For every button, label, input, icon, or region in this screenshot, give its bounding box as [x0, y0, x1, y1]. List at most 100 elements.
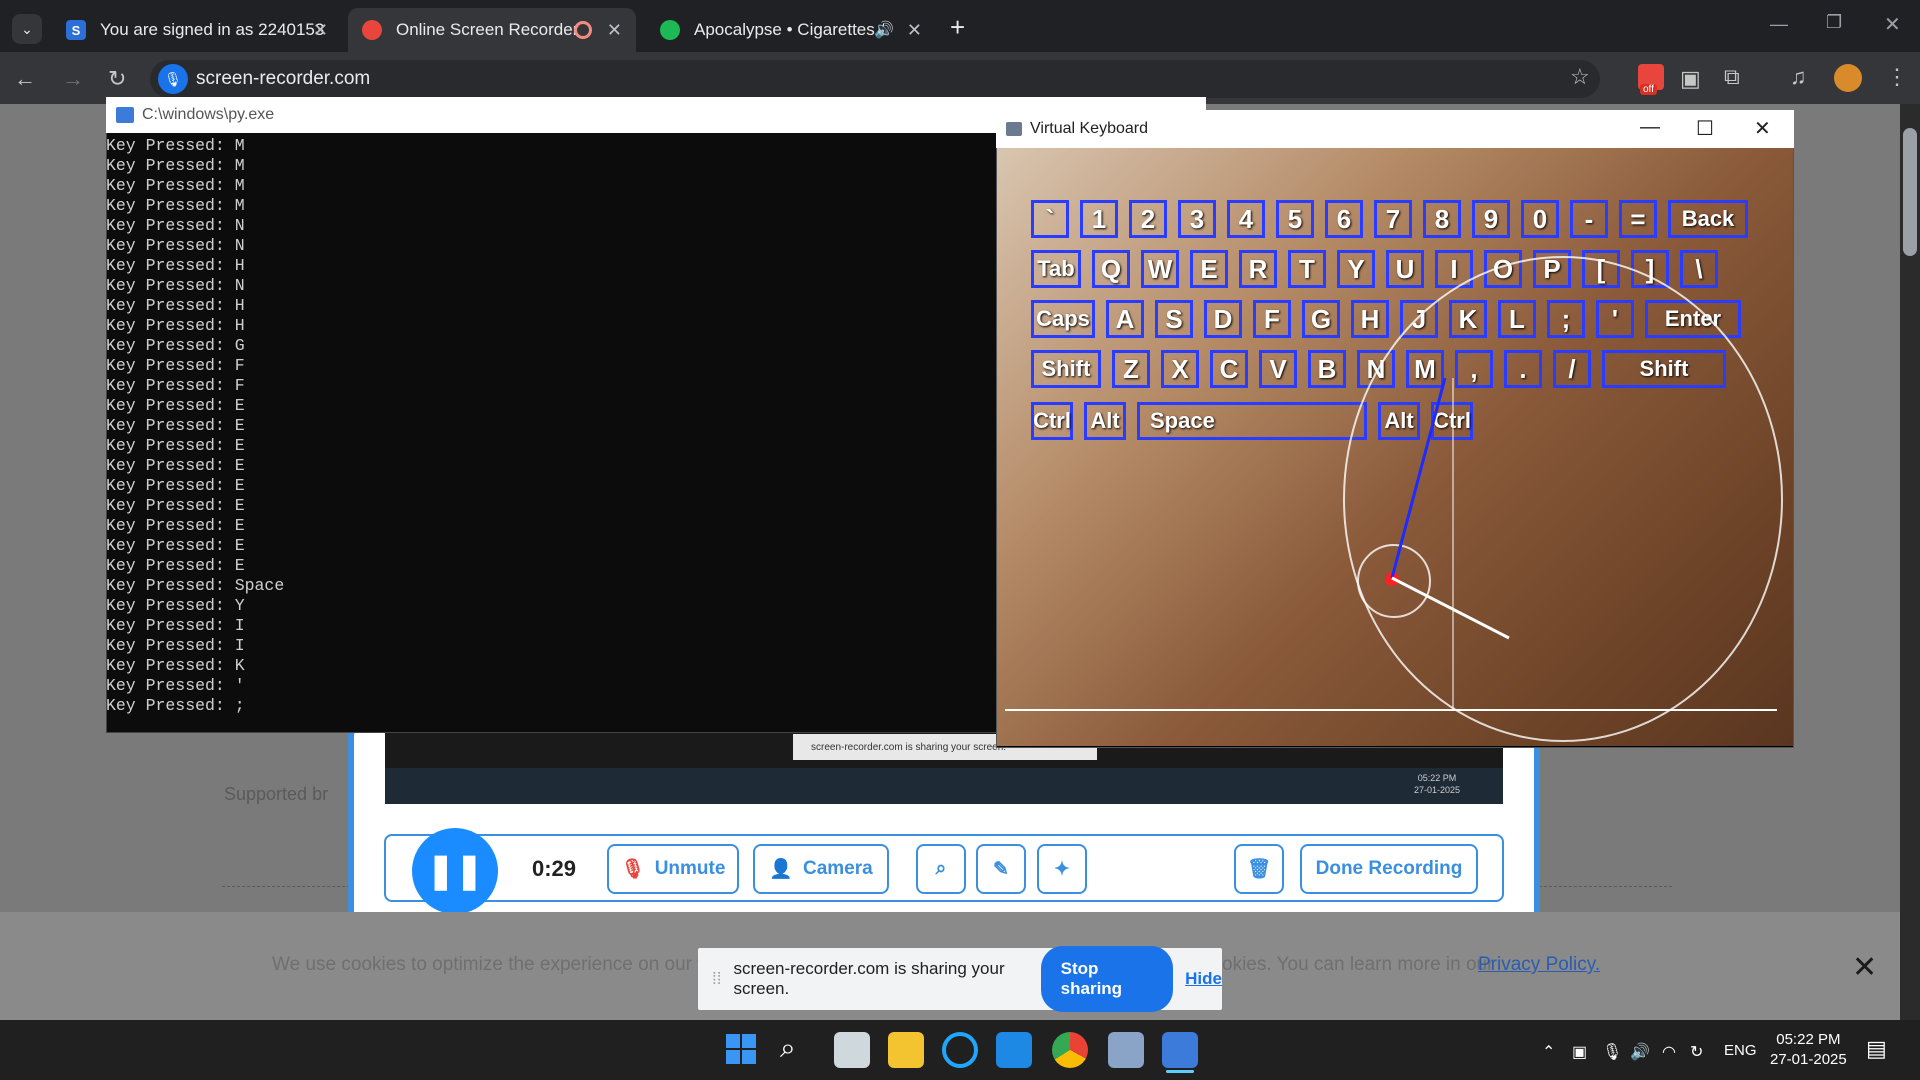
magic-wand-icon: ✦ — [1054, 858, 1070, 880]
notifications-icon[interactable]: ▤ — [1866, 1036, 1887, 1062]
close-icon[interactable]: ✕ — [1754, 116, 1771, 141]
url-text[interactable]: screen-recorder.com — [196, 68, 370, 90]
console-line: Key Pressed: E — [106, 476, 245, 495]
search-icon[interactable]: ⌕ — [780, 1032, 796, 1065]
console-line: Key Pressed: Space — [106, 576, 285, 595]
clock-date: 27-01-2025 — [1770, 1051, 1847, 1068]
menu-icon[interactable]: ⋮ — [1886, 64, 1908, 90]
tab-label: You are signed in as 2240153 — [100, 20, 325, 39]
file-explorer-icon[interactable] — [888, 1032, 924, 1068]
cookie-text-left: We use cookies to optimize the experienc… — [272, 954, 733, 975]
wifi-icon[interactable]: ◠ — [1662, 1042, 1676, 1062]
console-line: Key Pressed: ; — [106, 696, 245, 715]
privacy-policy-link[interactable]: Privacy Policy. — [1478, 954, 1600, 976]
console-line: Key Pressed: M — [106, 156, 245, 175]
chrome-icon[interactable] — [1052, 1032, 1088, 1068]
spotify-icon — [660, 20, 680, 40]
camera-button[interactable]: 👤 Camera — [753, 844, 889, 894]
console-line: Key Pressed: N — [106, 276, 245, 295]
mic-off-icon: 🎙 — [620, 859, 645, 880]
console-line: Key Pressed: F — [106, 356, 245, 375]
taskbar-clock[interactable]: 05:22 PM 27-01-2025 — [1770, 1030, 1847, 1070]
recording-indicator-icon — [574, 21, 592, 39]
sync-icon[interactable]: ↻ — [1690, 1042, 1703, 1062]
reload-icon[interactable]: ↻ — [108, 66, 126, 92]
preview-clock: 05:22 PM 27-01-2025 — [1414, 773, 1461, 795]
close-icon[interactable]: ✕ — [607, 20, 622, 41]
task-view-icon[interactable] — [834, 1032, 870, 1068]
maximize-icon[interactable]: ☐ — [1696, 116, 1714, 141]
new-tab-button[interactable]: + — [950, 12, 965, 43]
close-window-icon[interactable]: ✕ — [1884, 12, 1901, 37]
profile-avatar[interactable] — [1834, 64, 1862, 92]
delete-button[interactable]: 🗑 — [1234, 844, 1284, 894]
console-line: Key Pressed: E — [106, 556, 245, 575]
camera-off-icon: 👤 — [769, 859, 793, 880]
done-recording-button[interactable]: Done Recording — [1300, 844, 1478, 894]
back-icon[interactable]: ← — [14, 66, 36, 92]
forward-icon[interactable]: → — [62, 66, 84, 92]
pen-icon: ✎ — [993, 858, 1009, 880]
cortana-icon[interactable] — [942, 1032, 978, 1068]
virtual-keyboard-title-bar[interactable]: Virtual Keyboard — [996, 110, 1794, 148]
show-hidden-icons-icon[interactable]: ⌃ — [1542, 1042, 1555, 1062]
close-icon[interactable]: ✕ — [907, 20, 922, 41]
pause-button[interactable]: ❚❚ — [412, 828, 498, 914]
console-line: Key Pressed: M — [106, 176, 245, 195]
clock-time: 05:22 PM — [1776, 1031, 1841, 1048]
scrollbar-thumb[interactable] — [1903, 128, 1917, 256]
console-line: Key Pressed: E — [106, 436, 245, 455]
close-icon[interactable]: ✕ — [313, 20, 328, 41]
microphone-icon[interactable]: 🎙 — [1602, 1042, 1622, 1062]
restore-icon[interactable]: ❐ — [1826, 12, 1842, 33]
cookie-text-right: okies. You can learn more in our — [1222, 954, 1494, 975]
cast-icon[interactable]: ▣ — [1680, 66, 1701, 92]
tab-label: Apocalypse • Cigarettes Aft — [694, 20, 884, 39]
extensions-puzzle-icon[interactable]: ⧉ — [1724, 64, 1740, 90]
tab-screen-recorder[interactable]: Online Screen Recorder ✕ — [348, 8, 636, 52]
s-logo-icon: S — [66, 20, 86, 40]
app-icon[interactable] — [1108, 1032, 1144, 1068]
camera-label: Camera — [802, 858, 873, 879]
security-shield-icon[interactable] — [996, 1032, 1032, 1068]
search-icon: ⌕ — [935, 858, 947, 879]
hide-link[interactable]: Hide — [1185, 969, 1222, 989]
microphone-icon[interactable]: 🎙 — [158, 64, 188, 94]
extension-off-badge: off — [1640, 84, 1657, 95]
drag-handle-icon[interactable]: ⁞⁞ — [712, 969, 721, 989]
minimize-icon[interactable]: — — [1770, 14, 1788, 35]
bookmark-star-icon[interactable]: ☆ — [1570, 64, 1590, 90]
camera-feed: ` 1 2 3 4 5 6 7 8 9 0- = Back Tab Q W E R T Y U I O P[] \ Caps A S D… — [997, 148, 1793, 746]
share-message: screen-recorder.com is sharing your scre… — [733, 959, 1005, 998]
tab-search-icon[interactable]: ⌄ — [12, 14, 42, 44]
window-app-icon — [1006, 122, 1022, 136]
zoom-button[interactable]: ⌕ — [916, 844, 966, 894]
network-device-icon[interactable]: ▣ — [1572, 1042, 1587, 1062]
volume-icon[interactable]: 🔊 — [1630, 1042, 1650, 1062]
unmute-label: Unmute — [654, 858, 726, 879]
minimize-icon[interactable]: — — [1640, 116, 1660, 139]
draw-button[interactable]: ✎ — [976, 844, 1026, 894]
console-line: Key Pressed: Y — [106, 596, 245, 615]
python-icon[interactable] — [1162, 1032, 1198, 1068]
console-line: Key Pressed: F — [106, 376, 245, 395]
tab-spotify[interactable]: Apocalypse • Cigarettes Aft 🔊 ✕ — [646, 8, 936, 52]
unmute-button[interactable]: 🎙 Unmute — [607, 844, 739, 894]
console-line: Key Pressed: E — [106, 536, 245, 555]
close-cookie-icon[interactable]: ✕ — [1852, 950, 1877, 985]
console-line: Key Pressed: H — [106, 256, 245, 275]
console-line: Key Pressed: M — [106, 196, 245, 215]
media-control-icon[interactable]: ♫ — [1790, 64, 1807, 90]
speaker-icon[interactable]: 🔊 — [874, 20, 894, 40]
start-windows-icon[interactable] — [726, 1034, 756, 1064]
active-app-indicator — [1166, 1070, 1194, 1073]
console-line: Key Pressed: E — [106, 496, 245, 515]
screen-share-bar: ⁞⁞ screen-recorder.com is sharing your s… — [698, 946, 1222, 1012]
stop-sharing-button[interactable]: Stop sharing — [1040, 946, 1174, 1012]
window-title: Virtual Keyboard — [1030, 120, 1148, 137]
tab-signed-in[interactable]: S You are signed in as 2240153 ✕ — [52, 8, 342, 52]
console-title: C:\windows\py.exe — [142, 106, 275, 123]
effects-button[interactable]: ✦ — [1037, 844, 1087, 894]
console-line: Key Pressed: E — [106, 516, 245, 535]
language-indicator[interactable]: ENG — [1724, 1042, 1757, 1059]
